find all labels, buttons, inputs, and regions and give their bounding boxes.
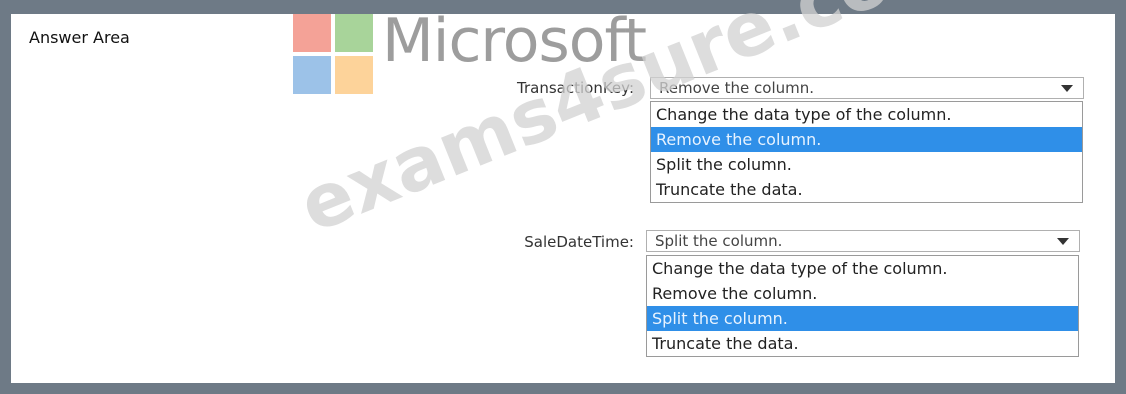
- microsoft-logo-text: Microsoft: [382, 6, 647, 76]
- transactionkey-label: TransactionKey:: [517, 79, 634, 97]
- saledatetime-option[interactable]: Remove the column.: [647, 281, 1078, 306]
- logo-green-square: [335, 14, 373, 52]
- transactionkey-options-list: Change the data type of the column. Remo…: [650, 101, 1083, 203]
- logo-blue-square: [293, 56, 331, 94]
- chevron-down-icon[interactable]: [1057, 238, 1069, 245]
- saledatetime-option[interactable]: Truncate the data.: [647, 331, 1078, 356]
- saledatetime-option[interactable]: Change the data type of the column.: [647, 256, 1078, 281]
- saledatetime-option-highlighted[interactable]: Split the column.: [647, 306, 1078, 331]
- logo-yellow-square: [335, 56, 373, 94]
- transactionkey-option[interactable]: Split the column.: [651, 152, 1082, 177]
- transactionkey-select[interactable]: Remove the column.: [650, 77, 1084, 99]
- transactionkey-option-highlighted[interactable]: Remove the column.: [651, 127, 1082, 152]
- saledatetime-selected-value: Split the column.: [655, 232, 783, 250]
- transactionkey-option[interactable]: Change the data type of the column.: [651, 102, 1082, 127]
- transactionkey-option[interactable]: Truncate the data.: [651, 177, 1082, 202]
- logo-red-square: [293, 14, 331, 52]
- answer-area-title: Answer Area: [29, 28, 130, 47]
- saledatetime-label: SaleDateTime:: [524, 233, 634, 251]
- saledatetime-select[interactable]: Split the column.: [646, 230, 1080, 252]
- chevron-down-icon[interactable]: [1061, 85, 1073, 92]
- saledatetime-options-list: Change the data type of the column. Remo…: [646, 255, 1079, 357]
- transactionkey-selected-value: Remove the column.: [659, 79, 815, 97]
